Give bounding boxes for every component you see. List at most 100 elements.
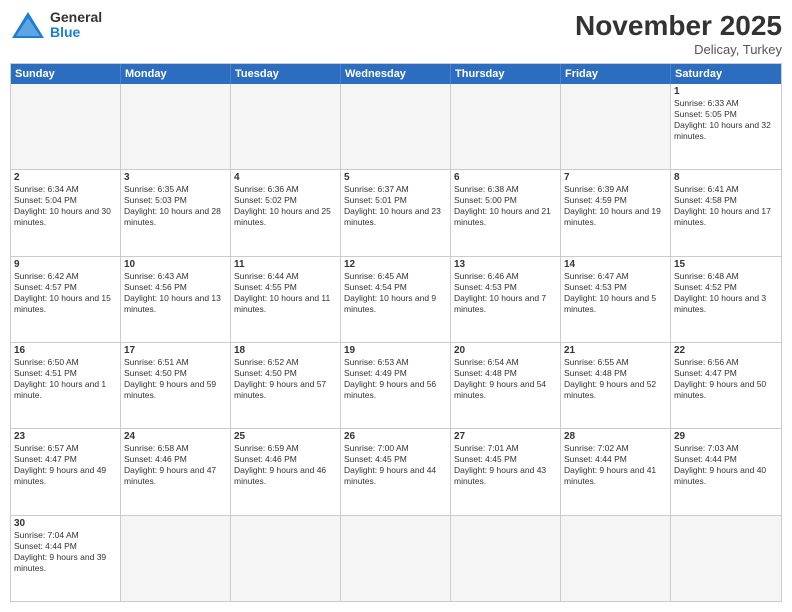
day-info: Sunrise: 6:54 AM Sunset: 4:48 PM Dayligh…: [454, 357, 557, 401]
day-number: 20: [454, 345, 557, 356]
day-info: Sunrise: 6:37 AM Sunset: 5:01 PM Dayligh…: [344, 184, 447, 228]
cell-w0-d0: [11, 84, 121, 169]
day-number: 30: [14, 518, 117, 529]
day-number: 27: [454, 431, 557, 442]
header-friday: Friday: [561, 64, 671, 84]
day-info: Sunrise: 6:41 AM Sunset: 4:58 PM Dayligh…: [674, 184, 778, 228]
cell-w3-d0: 16Sunrise: 6:50 AM Sunset: 4:51 PM Dayli…: [11, 343, 121, 428]
cell-w0-d1: [121, 84, 231, 169]
cell-w3-d4: 20Sunrise: 6:54 AM Sunset: 4:48 PM Dayli…: [451, 343, 561, 428]
week-row-4: 23Sunrise: 6:57 AM Sunset: 4:47 PM Dayli…: [11, 429, 781, 515]
week-row-1: 2Sunrise: 6:34 AM Sunset: 5:04 PM Daylig…: [11, 170, 781, 256]
day-info: Sunrise: 6:50 AM Sunset: 4:51 PM Dayligh…: [14, 357, 117, 401]
day-number: 7: [564, 172, 667, 183]
day-info: Sunrise: 6:39 AM Sunset: 4:59 PM Dayligh…: [564, 184, 667, 228]
day-info: Sunrise: 7:00 AM Sunset: 4:45 PM Dayligh…: [344, 443, 447, 487]
logo-blue: Blue: [50, 24, 80, 40]
day-info: Sunrise: 6:59 AM Sunset: 4:46 PM Dayligh…: [234, 443, 337, 487]
cell-w2-d5: 14Sunrise: 6:47 AM Sunset: 4:53 PM Dayli…: [561, 257, 671, 342]
day-info: Sunrise: 6:48 AM Sunset: 4:52 PM Dayligh…: [674, 271, 778, 315]
cell-w1-d2: 4Sunrise: 6:36 AM Sunset: 5:02 PM Daylig…: [231, 170, 341, 255]
day-number: 21: [564, 345, 667, 356]
day-info: Sunrise: 6:43 AM Sunset: 4:56 PM Dayligh…: [124, 271, 227, 315]
header-wednesday: Wednesday: [341, 64, 451, 84]
cell-w2-d2: 11Sunrise: 6:44 AM Sunset: 4:55 PM Dayli…: [231, 257, 341, 342]
calendar-body: 1Sunrise: 6:33 AM Sunset: 5:05 PM Daylig…: [11, 84, 781, 601]
cell-w5-d1: [121, 516, 231, 601]
week-row-0: 1Sunrise: 6:33 AM Sunset: 5:05 PM Daylig…: [11, 84, 781, 170]
cell-w2-d1: 10Sunrise: 6:43 AM Sunset: 4:56 PM Dayli…: [121, 257, 231, 342]
cell-w1-d0: 2Sunrise: 6:34 AM Sunset: 5:04 PM Daylig…: [11, 170, 121, 255]
cell-w3-d6: 22Sunrise: 6:56 AM Sunset: 4:47 PM Dayli…: [671, 343, 781, 428]
day-number: 29: [674, 431, 778, 442]
day-number: 12: [344, 259, 447, 270]
day-number: 1: [674, 86, 778, 97]
day-number: 26: [344, 431, 447, 442]
day-info: Sunrise: 6:35 AM Sunset: 5:03 PM Dayligh…: [124, 184, 227, 228]
subtitle: Delicay, Turkey: [575, 42, 782, 57]
calendar: Sunday Monday Tuesday Wednesday Thursday…: [10, 63, 782, 602]
cell-w3-d5: 21Sunrise: 6:55 AM Sunset: 4:48 PM Dayli…: [561, 343, 671, 428]
day-number: 16: [14, 345, 117, 356]
day-info: Sunrise: 6:57 AM Sunset: 4:47 PM Dayligh…: [14, 443, 117, 487]
cell-w4-d4: 27Sunrise: 7:01 AM Sunset: 4:45 PM Dayli…: [451, 429, 561, 514]
day-info: Sunrise: 6:34 AM Sunset: 5:04 PM Dayligh…: [14, 184, 117, 228]
week-row-2: 9Sunrise: 6:42 AM Sunset: 4:57 PM Daylig…: [11, 257, 781, 343]
logo-icon: [10, 10, 46, 40]
cell-w0-d3: [341, 84, 451, 169]
day-number: 18: [234, 345, 337, 356]
day-number: 13: [454, 259, 557, 270]
day-info: Sunrise: 6:33 AM Sunset: 5:05 PM Dayligh…: [674, 98, 778, 142]
day-number: 14: [564, 259, 667, 270]
cell-w4-d3: 26Sunrise: 7:00 AM Sunset: 4:45 PM Dayli…: [341, 429, 451, 514]
day-info: Sunrise: 6:44 AM Sunset: 4:55 PM Dayligh…: [234, 271, 337, 315]
day-info: Sunrise: 7:02 AM Sunset: 4:44 PM Dayligh…: [564, 443, 667, 487]
day-number: 9: [14, 259, 117, 270]
day-info: Sunrise: 6:53 AM Sunset: 4:49 PM Dayligh…: [344, 357, 447, 401]
day-number: 17: [124, 345, 227, 356]
header-thursday: Thursday: [451, 64, 561, 84]
header-sunday: Sunday: [11, 64, 121, 84]
cell-w0-d5: [561, 84, 671, 169]
day-number: 4: [234, 172, 337, 183]
cell-w0-d4: [451, 84, 561, 169]
day-number: 28: [564, 431, 667, 442]
cell-w5-d0: 30Sunrise: 7:04 AM Sunset: 4:44 PM Dayli…: [11, 516, 121, 601]
day-info: Sunrise: 6:51 AM Sunset: 4:50 PM Dayligh…: [124, 357, 227, 401]
cell-w4-d5: 28Sunrise: 7:02 AM Sunset: 4:44 PM Dayli…: [561, 429, 671, 514]
cell-w5-d5: [561, 516, 671, 601]
cell-w1-d5: 7Sunrise: 6:39 AM Sunset: 4:59 PM Daylig…: [561, 170, 671, 255]
logo-general: General: [50, 9, 102, 25]
cell-w3-d1: 17Sunrise: 6:51 AM Sunset: 4:50 PM Dayli…: [121, 343, 231, 428]
cell-w2-d4: 13Sunrise: 6:46 AM Sunset: 4:53 PM Dayli…: [451, 257, 561, 342]
day-number: 2: [14, 172, 117, 183]
day-number: 10: [124, 259, 227, 270]
day-info: Sunrise: 6:45 AM Sunset: 4:54 PM Dayligh…: [344, 271, 447, 315]
cell-w5-d6: [671, 516, 781, 601]
day-info: Sunrise: 7:01 AM Sunset: 4:45 PM Dayligh…: [454, 443, 557, 487]
cell-w3-d3: 19Sunrise: 6:53 AM Sunset: 4:49 PM Dayli…: [341, 343, 451, 428]
day-number: 19: [344, 345, 447, 356]
cell-w0-d6: 1Sunrise: 6:33 AM Sunset: 5:05 PM Daylig…: [671, 84, 781, 169]
cell-w5-d2: [231, 516, 341, 601]
cell-w4-d0: 23Sunrise: 6:57 AM Sunset: 4:47 PM Dayli…: [11, 429, 121, 514]
day-number: 5: [344, 172, 447, 183]
cell-w4-d1: 24Sunrise: 6:58 AM Sunset: 4:46 PM Dayli…: [121, 429, 231, 514]
day-info: Sunrise: 7:04 AM Sunset: 4:44 PM Dayligh…: [14, 530, 117, 574]
day-info: Sunrise: 7:03 AM Sunset: 4:44 PM Dayligh…: [674, 443, 778, 487]
cell-w3-d2: 18Sunrise: 6:52 AM Sunset: 4:50 PM Dayli…: [231, 343, 341, 428]
main-title: November 2025: [575, 10, 782, 42]
week-row-5: 30Sunrise: 7:04 AM Sunset: 4:44 PM Dayli…: [11, 516, 781, 601]
header: General Blue November 2025 Delicay, Turk…: [10, 10, 782, 57]
page: General Blue November 2025 Delicay, Turk…: [0, 0, 792, 612]
cell-w4-d6: 29Sunrise: 7:03 AM Sunset: 4:44 PM Dayli…: [671, 429, 781, 514]
day-info: Sunrise: 6:47 AM Sunset: 4:53 PM Dayligh…: [564, 271, 667, 315]
header-tuesday: Tuesday: [231, 64, 341, 84]
day-info: Sunrise: 6:42 AM Sunset: 4:57 PM Dayligh…: [14, 271, 117, 315]
cell-w1-d6: 8Sunrise: 6:41 AM Sunset: 4:58 PM Daylig…: [671, 170, 781, 255]
day-number: 6: [454, 172, 557, 183]
day-info: Sunrise: 6:52 AM Sunset: 4:50 PM Dayligh…: [234, 357, 337, 401]
week-row-3: 16Sunrise: 6:50 AM Sunset: 4:51 PM Dayli…: [11, 343, 781, 429]
day-info: Sunrise: 6:55 AM Sunset: 4:48 PM Dayligh…: [564, 357, 667, 401]
cell-w1-d3: 5Sunrise: 6:37 AM Sunset: 5:01 PM Daylig…: [341, 170, 451, 255]
